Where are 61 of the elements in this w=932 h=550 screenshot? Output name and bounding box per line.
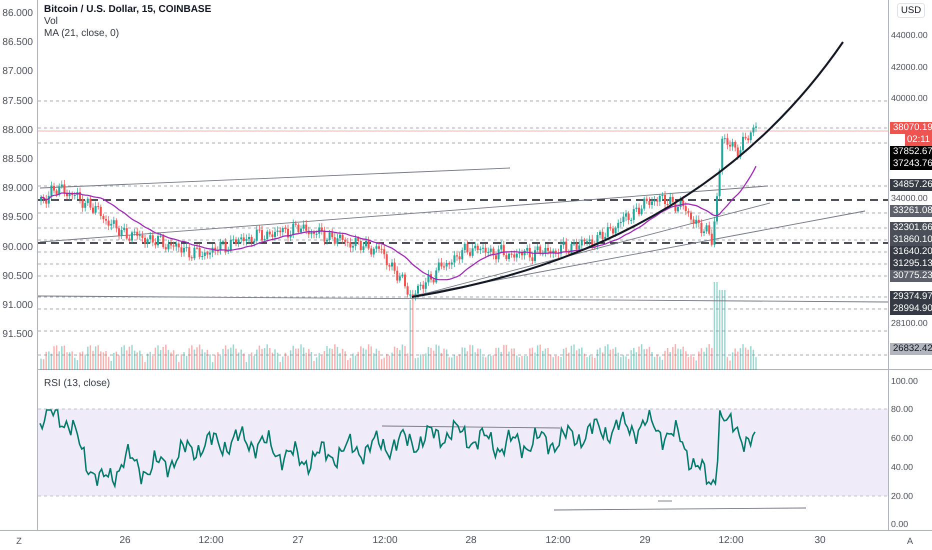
- time-label: 26: [119, 535, 131, 546]
- price-tag: 29374.97: [890, 291, 932, 303]
- time-label: 12:00: [198, 535, 224, 546]
- price-tag: 31860.10: [890, 234, 932, 246]
- parabolic-curve[interactable]: [412, 41, 844, 298]
- axis-label: 91.000: [2, 300, 33, 312]
- axis-label: 90.500: [2, 270, 33, 283]
- axis-label: 89.000: [2, 183, 33, 196]
- axis-label: 86.000: [2, 8, 33, 20]
- price-level-line[interactable]: [38, 296, 888, 298]
- zoom-button[interactable]: Z: [14, 536, 24, 546]
- trend-lines-drawing[interactable]: [38, 168, 888, 302]
- axis-label: 90.000: [2, 242, 33, 254]
- axis-label: 42000.00: [891, 61, 928, 73]
- currency-button[interactable]: USD: [897, 3, 926, 18]
- axis-label: 0.00: [891, 518, 908, 530]
- axis-label: 20.00: [891, 490, 914, 502]
- price-tag: 37852.67: [890, 146, 932, 158]
- price-tag: 33261.08: [890, 205, 932, 217]
- price-tag: 37243.76: [890, 158, 932, 170]
- price-level-line[interactable]: [38, 354, 888, 356]
- axis-label: 86.500: [2, 37, 33, 50]
- time-label: 12:00: [718, 535, 744, 546]
- axis-label: 87.000: [2, 66, 33, 78]
- price-level-line[interactable]: [38, 212, 888, 214]
- axis-label: 40.00: [891, 461, 914, 473]
- axis-label: 88.500: [2, 154, 33, 166]
- axis-label: 40000.00: [891, 92, 928, 104]
- axis-label: 60.00: [891, 432, 914, 444]
- trend-lines-drawing[interactable]: [382, 426, 806, 510]
- dashed-level-line[interactable]: [38, 199, 888, 201]
- price-tag: 38070.19: [890, 122, 932, 134]
- price-tag: 32301.66: [890, 222, 932, 234]
- price-tag: 34857.26: [890, 179, 932, 191]
- axis-label: 34000.00: [891, 192, 928, 204]
- axis-label: 88.000: [2, 124, 33, 137]
- axis-label: 91.500: [2, 329, 33, 342]
- indicator-label: RSI (13, close): [44, 378, 110, 389]
- dashed-level-line[interactable]: [38, 242, 888, 244]
- price-tag: 31295.13: [890, 258, 932, 270]
- indicator-label: MA (21, close, 0): [44, 28, 120, 39]
- time-label: 28: [465, 535, 477, 546]
- symbol-title: Bitcoin / U.S. Dollar, 15, COINBASE: [44, 4, 212, 15]
- axis-label: 28100.00: [891, 317, 928, 329]
- time-label: 29: [639, 535, 651, 546]
- price-tag: 26832.42: [890, 343, 932, 355]
- time-label: 12:00: [545, 535, 571, 546]
- auto-scale-button[interactable]: A: [904, 536, 915, 546]
- price-tag: 30775.23: [890, 270, 932, 282]
- axis-label: 100.00: [891, 375, 918, 387]
- axis-label: 80.00: [891, 403, 914, 415]
- time-label: 12:00: [372, 535, 398, 546]
- price-tag: 31640.20: [890, 246, 932, 258]
- axis-label: 44000.00: [891, 29, 928, 41]
- time-label: 27: [292, 535, 304, 546]
- axis-label: 87.500: [2, 96, 33, 108]
- countdown-tag: 02:11: [905, 134, 932, 146]
- axis-label: 89.500: [2, 212, 33, 224]
- indicator-label: Vol: [44, 16, 59, 27]
- time-label: 30: [814, 535, 826, 546]
- price-tag: 28994.90: [890, 303, 932, 315]
